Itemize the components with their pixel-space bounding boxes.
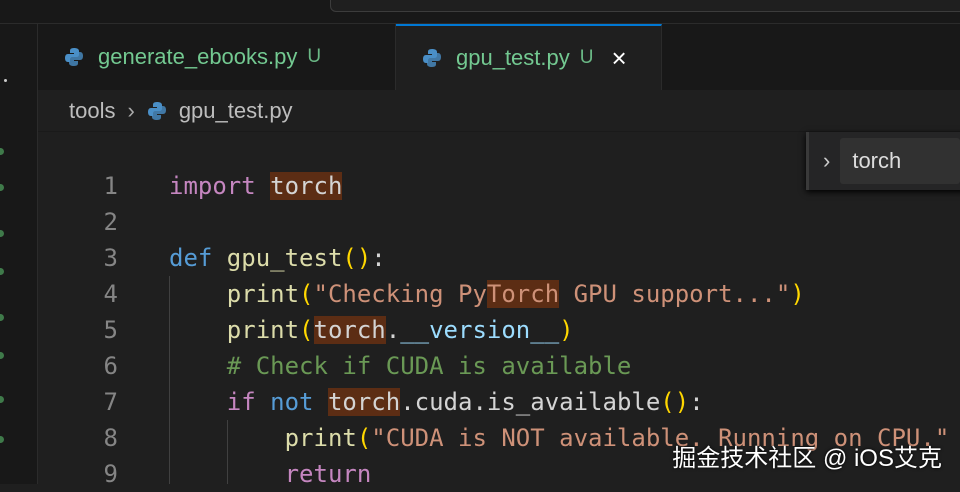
code-token: ) — [790, 280, 805, 308]
code-text: if not torch.cuda.is_available(): — [169, 384, 704, 420]
code-line[interactable]: 5 print(torch.__version__) — [38, 312, 960, 348]
git-status-dot — [0, 230, 4, 237]
code-token: if — [226, 388, 271, 416]
git-status-dot — [0, 436, 4, 443]
code-text: return — [169, 456, 372, 492]
code-text: import torch — [169, 168, 343, 204]
code-token: def — [169, 244, 227, 272]
code-token: : — [689, 388, 704, 416]
code-token: () — [660, 388, 690, 416]
code-line[interactable]: 4 print("Checking PyTorch GPU support...… — [38, 276, 960, 312]
code-line[interactable]: 7 if not torch.cuda.is_available(): — [38, 384, 960, 420]
watermark: 掘金技术社区 @ iOS艾克 — [672, 445, 942, 472]
code-token: : — [371, 244, 386, 272]
code-token: print — [284, 424, 357, 452]
line-number: 3 — [103, 244, 118, 272]
activity-bar — [0, 24, 38, 484]
line-number: 1 — [103, 172, 118, 200]
line-number: 2 — [103, 208, 118, 236]
code-text: print(torch.__version__) — [169, 312, 574, 348]
code-token: "Checking Py — [313, 280, 487, 308]
git-status-dot — [0, 148, 4, 155]
code-line[interactable]: 2 — [38, 204, 960, 240]
find-input[interactable]: torch — [840, 138, 960, 184]
search-match: Torch — [486, 280, 560, 308]
code-text: # Check if CUDA is available — [169, 348, 632, 384]
code-token: print — [226, 280, 300, 308]
code-token: gpu_test — [226, 244, 343, 272]
code-token: () — [342, 244, 372, 272]
dot-icon — [4, 79, 7, 82]
code-token: __version__ — [400, 316, 560, 344]
untracked-badge: U — [579, 47, 594, 68]
tab-gpu-test[interactable]: gpu_test.py U × — [396, 24, 662, 90]
git-status-dot — [0, 396, 4, 403]
code-text: print("Checking PyTorch GPU support...") — [169, 276, 805, 312]
line-number: 4 — [103, 280, 118, 308]
code-token: .cuda.is_available — [400, 388, 661, 416]
code-token: GPU support..." — [559, 280, 791, 308]
search-match: torch — [270, 172, 343, 200]
code-token: ) — [559, 316, 574, 344]
code-token: import — [169, 172, 271, 200]
line-number: 9 — [103, 460, 118, 488]
python-file-icon — [422, 48, 442, 68]
code-token: # Check if CUDA is available — [226, 352, 632, 380]
code-token: . — [385, 316, 401, 344]
untracked-badge: U — [307, 46, 322, 67]
search-match: torch — [327, 388, 401, 416]
command-center[interactable] — [330, 0, 960, 12]
code-text: def gpu_test(): — [169, 240, 386, 276]
code-token: ( — [356, 424, 372, 452]
toggle-replace-chevron-icon[interactable]: › — [823, 148, 830, 174]
title-bar — [0, 0, 960, 24]
code-token: ( — [299, 280, 314, 308]
code-token: ( — [299, 316, 314, 344]
code-token: print — [226, 316, 300, 344]
python-file-icon — [147, 101, 167, 121]
tab-label: generate_ebooks.py — [98, 44, 298, 69]
search-match: torch — [313, 316, 386, 344]
line-number: 8 — [103, 424, 118, 452]
code-line[interactable]: 3 def gpu_test(): — [38, 240, 960, 276]
line-number: 5 — [103, 316, 118, 344]
chevron-right-icon: › — [127, 97, 135, 123]
tab-generate-ebooks[interactable]: generate_ebooks.py U — [38, 24, 396, 90]
breadcrumb-folder[interactable]: tools — [69, 98, 115, 124]
breadcrumb: tools › gpu_test.py — [38, 90, 960, 132]
breadcrumb-file[interactable]: gpu_test.py — [179, 98, 293, 124]
git-status-dot — [0, 352, 4, 359]
git-status-dot — [0, 184, 4, 191]
line-number: 6 — [103, 352, 118, 380]
editor-tabs: generate_ebooks.py U gpu_test.py U × — [38, 24, 960, 90]
line-number: 7 — [103, 388, 118, 416]
git-status-dot — [0, 268, 4, 275]
find-widget: › torch — [806, 132, 960, 190]
git-status-dot — [0, 314, 4, 321]
python-file-icon — [64, 47, 84, 67]
tab-label: gpu_test.py — [456, 45, 570, 70]
close-icon[interactable]: × — [611, 43, 626, 74]
code-line[interactable]: 6 # Check if CUDA is available — [38, 348, 960, 384]
code-token: not — [270, 388, 328, 416]
